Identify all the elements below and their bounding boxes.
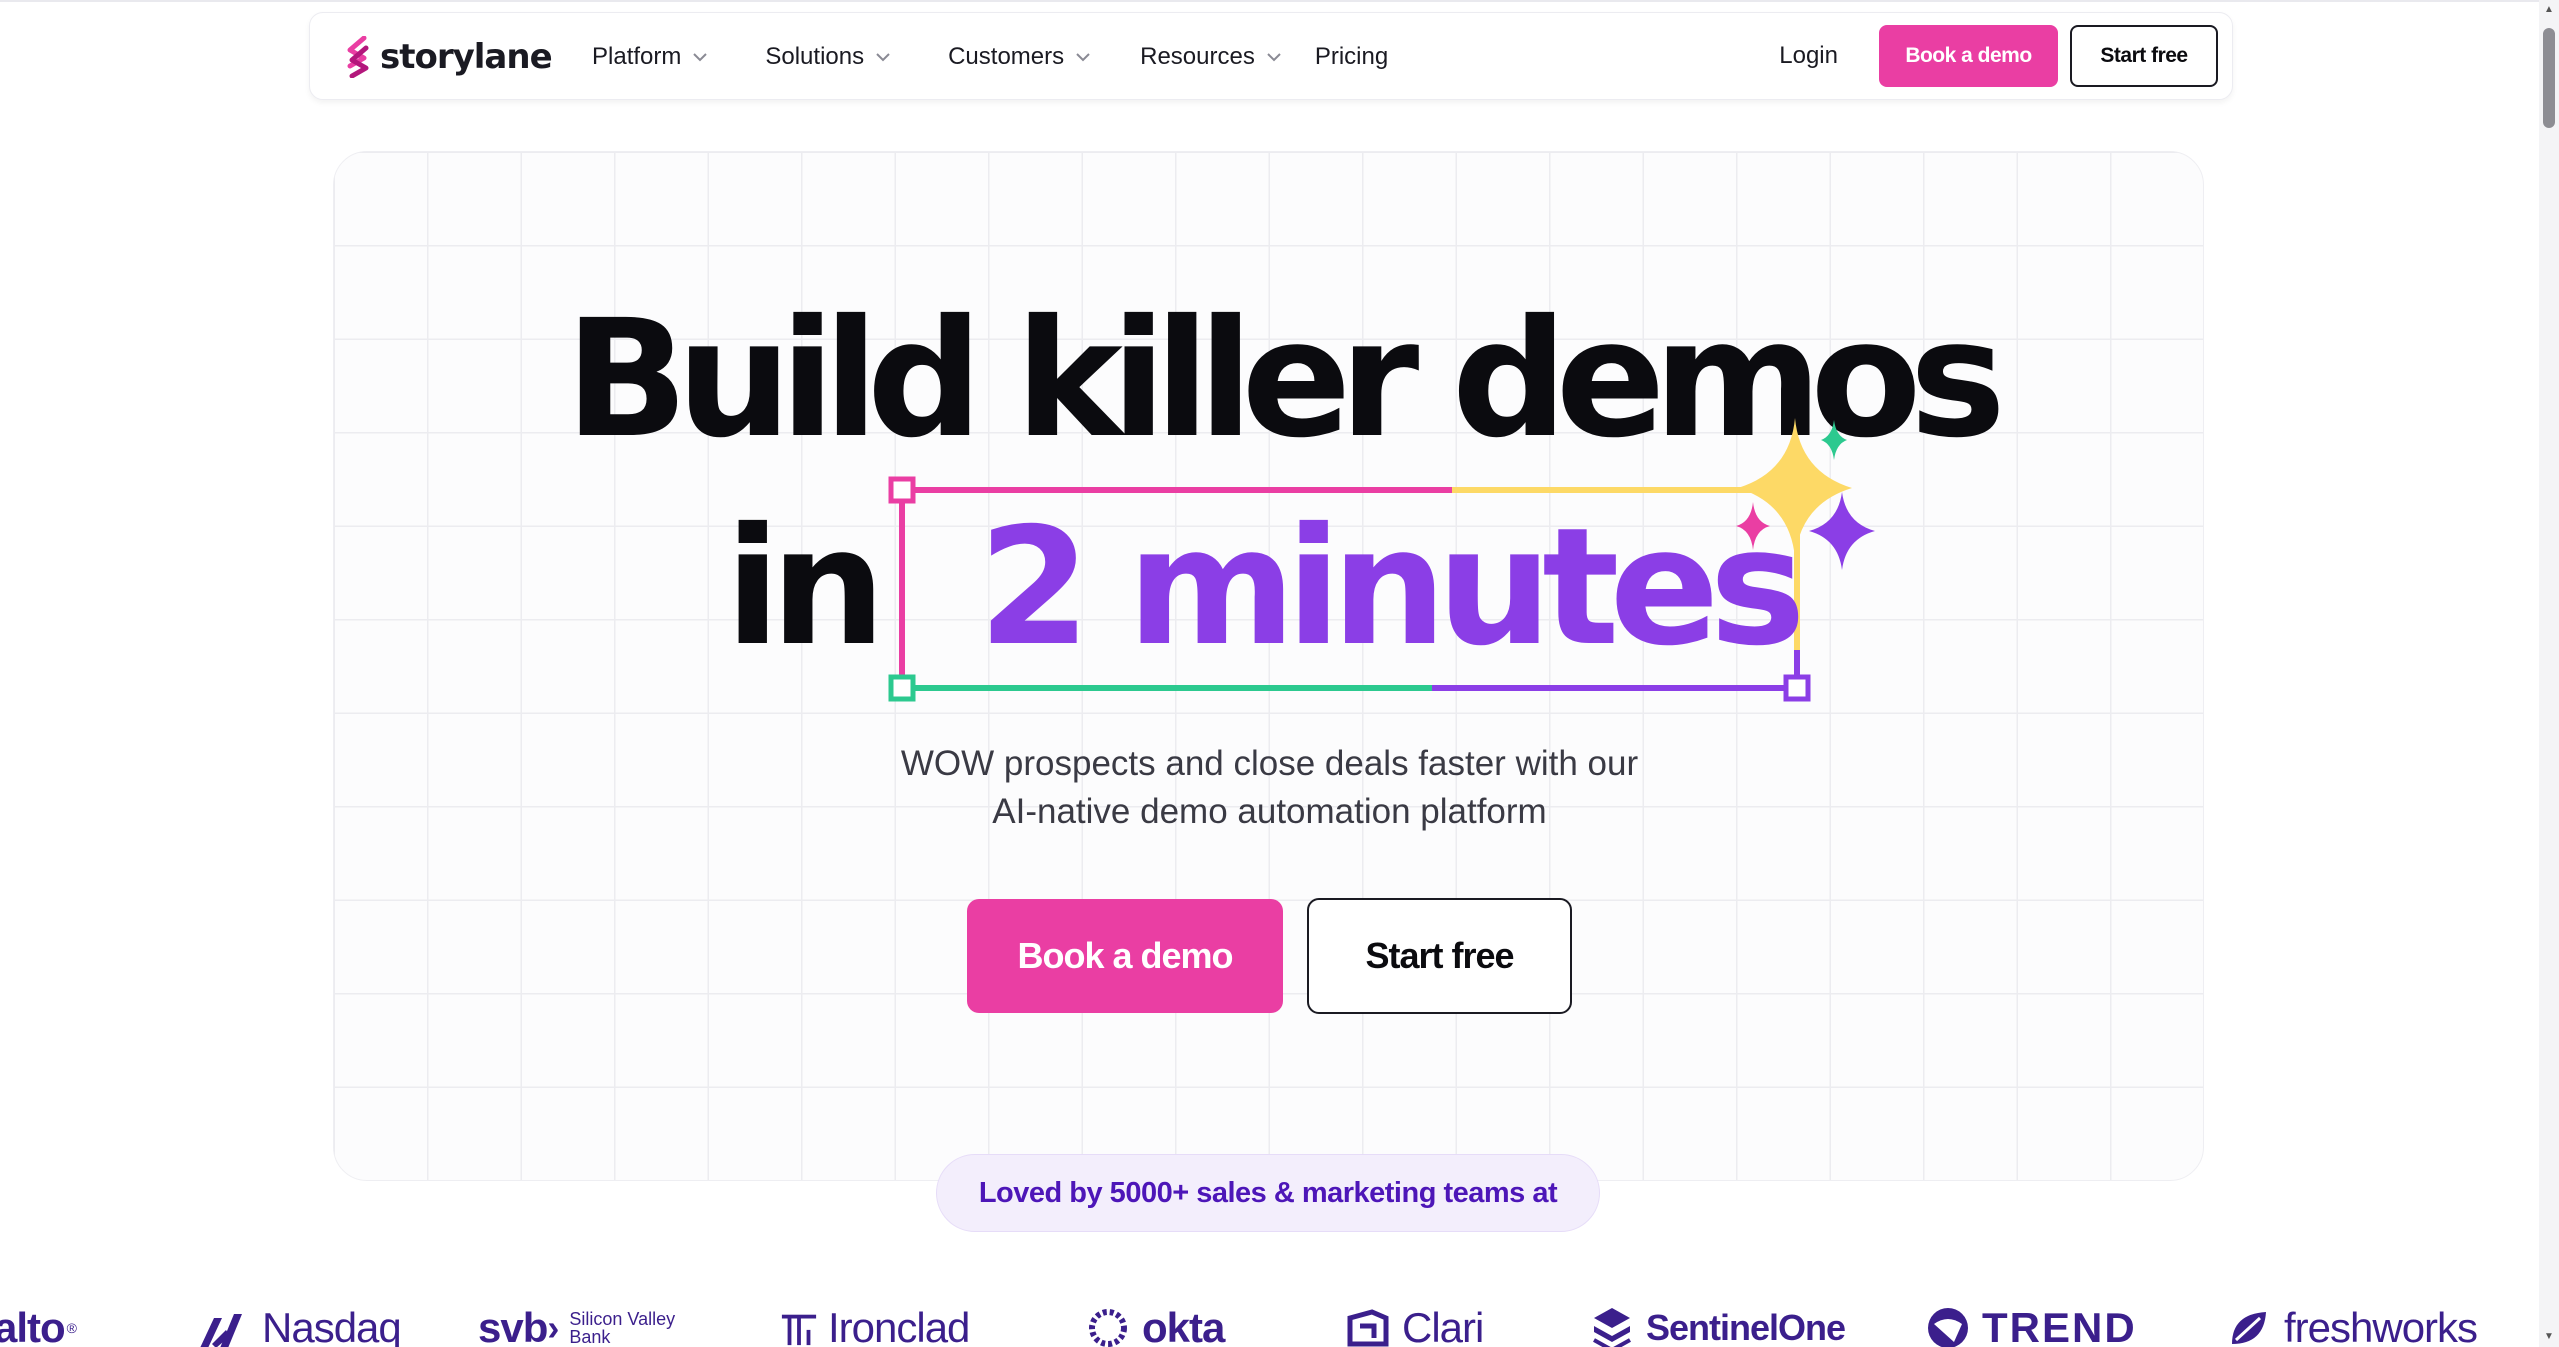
chevron-down-icon xyxy=(876,53,890,62)
chevron-down-icon xyxy=(1267,53,1281,62)
nasdaq-chevron-icon xyxy=(200,1314,242,1347)
svb-chevron-icon: › xyxy=(547,1307,560,1347)
nav-item-solutions[interactable]: Solutions xyxy=(765,43,892,71)
brand-name: freshworks xyxy=(2284,1304,2478,1347)
nav-item-resources[interactable]: Resources xyxy=(1140,43,1283,71)
nav-menu: Platform Solutions Customers Resources P… xyxy=(592,13,1388,101)
hero-subtitle: WOW prospects and close deals faster wit… xyxy=(0,740,2539,836)
clari-icon xyxy=(1347,1309,1389,1347)
brand-name: okta xyxy=(1142,1304,1225,1347)
customer-logo-sentinelone: SentinelOne xyxy=(1588,1304,1846,1347)
brand-name: alto xyxy=(0,1304,66,1347)
hero-subtitle-line1: WOW prospects and close deals faster wit… xyxy=(900,744,1639,783)
nav-item-label: Solutions xyxy=(765,43,865,70)
chevron-down-icon xyxy=(693,53,708,62)
social-proof-badge: Loved by 5000+ sales & marketing teams a… xyxy=(936,1154,1600,1232)
nav-item-label: Pricing xyxy=(1314,43,1389,70)
customer-logo-clari: Clari xyxy=(1344,1304,1484,1347)
brand-name: Clari xyxy=(1402,1304,1484,1347)
customer-logo-nasdaq: Nasdaq xyxy=(188,1304,402,1347)
browser-top-border xyxy=(0,0,2559,2)
scroll-down-arrow-icon[interactable]: ▼ xyxy=(2543,1331,2555,1343)
scroll-up-arrow-icon[interactable]: ▲ xyxy=(2543,4,2555,16)
customer-logo-alto: alto ® xyxy=(0,1304,77,1347)
registered-mark-icon: ® xyxy=(66,1320,77,1336)
top-navbar: storylane Platform Solutions Customers R… xyxy=(309,12,2233,100)
storylane-logo[interactable]: storylane xyxy=(344,35,553,79)
brand-name: TREND xyxy=(1982,1304,2137,1347)
brand-name: SentinelOne xyxy=(1646,1307,1846,1347)
hero-headline-highlight: 2 minutes xyxy=(978,494,1806,682)
nav-item-customers[interactable]: Customers xyxy=(948,43,1092,71)
nav-actions: Login Book a demo Start free xyxy=(1779,24,2218,88)
hero-headline-prefix: in xyxy=(725,494,886,682)
brand-name: Ironclad xyxy=(828,1304,970,1347)
sentinelone-icon xyxy=(1593,1308,1631,1347)
page-scrollbar[interactable]: ▲ ▼ xyxy=(2539,0,2559,1347)
customer-logo-ironclad: Ironclad xyxy=(780,1304,970,1347)
chevron-down-icon xyxy=(1076,53,1090,62)
nav-item-label: Resources xyxy=(1140,43,1255,70)
hero-start-free-button[interactable]: Start free xyxy=(1307,898,1572,1014)
nav-item-pricing[interactable]: Pricing xyxy=(1315,43,1388,71)
customer-logo-svb: svb › Silicon Valley Bank xyxy=(478,1304,689,1347)
nav-item-platform[interactable]: Platform xyxy=(592,43,709,71)
logo-text: storylane xyxy=(380,37,553,77)
brand-name: Nasdaq xyxy=(262,1304,402,1347)
customer-logo-trend: TREND xyxy=(1924,1304,2137,1347)
ironclad-icon xyxy=(781,1314,817,1346)
brand-subname: Silicon Valley Bank xyxy=(569,1309,676,1347)
freshworks-icon xyxy=(2232,1312,2266,1344)
storylane-s-mark-icon xyxy=(347,36,369,78)
nav-item-label: Customers xyxy=(948,43,1065,70)
login-link[interactable]: Login xyxy=(1779,42,1838,70)
nav-start-free-button[interactable]: Start free xyxy=(2070,25,2218,87)
hero-book-demo-button[interactable]: Book a demo xyxy=(967,899,1283,1013)
hero-subtitle-line2: AI-native demo automation platform xyxy=(992,792,1547,831)
scrollbar-thumb[interactable] xyxy=(2543,28,2555,128)
nav-book-demo-button[interactable]: Book a demo xyxy=(1879,25,2058,87)
okta-ring-icon xyxy=(1089,1309,1127,1347)
customer-logo-okta: okta xyxy=(1084,1304,1225,1347)
customer-logo-strip: alto ® Nasdaq svb › Silicon Valley Bank … xyxy=(0,1290,2540,1347)
trend-icon xyxy=(1928,1308,1968,1347)
brand-name: svb xyxy=(478,1304,548,1347)
nav-item-label: Platform xyxy=(592,43,682,70)
customer-logo-freshworks: freshworks xyxy=(2226,1304,2478,1347)
